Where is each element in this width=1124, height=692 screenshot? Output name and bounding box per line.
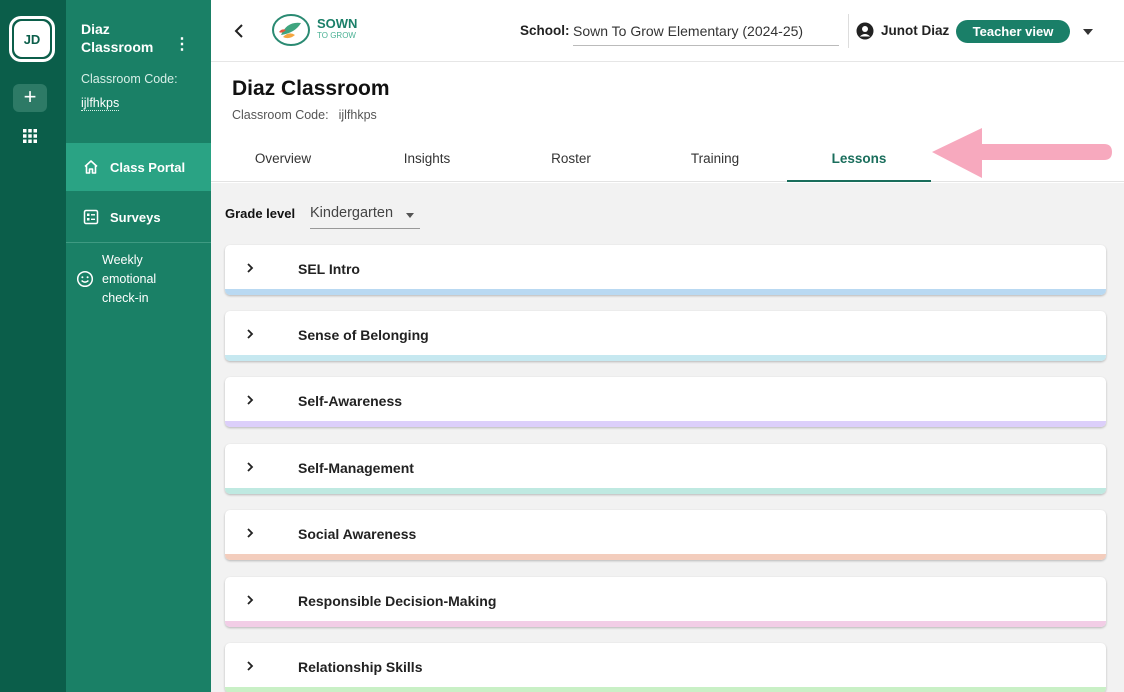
user-menu-caret-icon[interactable] [1083, 29, 1093, 35]
add-classroom-button[interactable]: + [13, 84, 47, 112]
classroom-avatar[interactable]: JD [9, 16, 55, 62]
chevron-right-icon [247, 395, 254, 405]
sidebar-item-label: Weekly emotional check-in [102, 253, 157, 305]
sidebar-classroom-title: Diaz Classroom [81, 21, 154, 55]
lessons-content: Grade level Kindergarten SEL Intro Sense… [211, 183, 1124, 692]
tab-overview[interactable]: Overview [211, 138, 355, 182]
chevron-right-icon [247, 263, 254, 273]
logo-text-secondary: TO GROW [317, 31, 356, 40]
lesson-color-bar [225, 554, 1106, 560]
page-title: Diaz Classroom [232, 77, 390, 100]
lesson-title: SEL Intro [298, 261, 360, 277]
apps-grid-icon[interactable] [22, 128, 38, 144]
tab-roster[interactable]: Roster [499, 138, 643, 182]
logo-mark-icon [272, 14, 310, 46]
lesson-title: Self-Awareness [298, 393, 403, 409]
top-bar: SOWN TO GROW School: Sown To Grow Elemen… [211, 0, 1124, 62]
more-options-icon[interactable]: ⋮ [174, 36, 190, 54]
school-select[interactable]: Sown To Grow Elementary (2024-25) [573, 16, 839, 46]
logo-text-primary: SOWN [317, 16, 358, 31]
teacher-view-button[interactable]: Teacher view [956, 20, 1070, 43]
grade-level-value: Kindergarten [310, 205, 394, 221]
lesson-color-bar [225, 621, 1106, 627]
user-name[interactable]: Junot Diaz [881, 23, 949, 38]
app-rail: JD + [0, 0, 66, 692]
sidebar-divider [66, 242, 211, 243]
chevron-right-icon [247, 528, 254, 538]
avatar-initials: JD [14, 21, 50, 57]
lesson-accordion-relationship-skills[interactable]: Relationship Skills [225, 643, 1106, 692]
lesson-accordion-self-awareness[interactable]: Self-Awareness [225, 377, 1106, 427]
sidebar-code-value[interactable]: ijlfhkps [81, 96, 120, 111]
sidebar-item-label: Class Portal [110, 159, 186, 175]
sidebar-item-weekly-checkin[interactable]: Weekly emotional check-in [76, 251, 172, 308]
lesson-color-bar [225, 687, 1106, 692]
lesson-title: Social Awareness [298, 526, 417, 542]
lesson-accordion-sel-intro[interactable]: SEL Intro [225, 245, 1106, 295]
dropdown-caret-icon [406, 213, 414, 218]
classroom-code-line: Classroom Code: ijlfhkps [232, 108, 377, 122]
tab-lessons[interactable]: Lessons [787, 138, 931, 182]
lesson-color-bar [225, 355, 1106, 361]
chevron-right-icon [247, 329, 254, 339]
sidebar-item-class-portal[interactable]: Class Portal [66, 143, 211, 191]
lesson-title: Relationship Skills [298, 659, 423, 675]
lesson-accordion-sense-of-belonging[interactable]: Sense of Belonging [225, 311, 1106, 361]
topbar-divider [848, 14, 849, 48]
survey-icon [83, 209, 99, 225]
lesson-title: Self-Management [298, 460, 414, 476]
tab-insights[interactable]: Insights [355, 138, 499, 182]
lesson-accordion-responsible-decision-making[interactable]: Responsible Decision-Making [225, 577, 1106, 627]
lesson-color-bar [225, 421, 1106, 427]
lesson-accordion-social-awareness[interactable]: Social Awareness [225, 510, 1106, 560]
lesson-accordion-self-management[interactable]: Self-Management [225, 444, 1106, 494]
back-chevron-icon[interactable] [233, 21, 245, 41]
home-icon [84, 160, 98, 174]
school-label: School: [520, 23, 570, 38]
sidebar: Diaz Classroom ⋮ Classroom Code: ijlfhkp… [66, 0, 211, 692]
tab-training[interactable]: Training [643, 138, 787, 182]
lesson-color-bar [225, 289, 1106, 295]
sidebar-item-surveys[interactable]: Surveys [66, 193, 211, 241]
sidebar-item-label: Surveys [110, 209, 161, 225]
user-account-icon[interactable] [856, 22, 874, 40]
classroom-code-label: Classroom Code: [232, 108, 329, 122]
chevron-right-icon [247, 595, 254, 605]
chevron-right-icon [247, 661, 254, 671]
chevron-right-icon [247, 462, 254, 472]
lesson-color-bar [225, 488, 1106, 494]
sidebar-code-label: Classroom Code: [81, 72, 178, 86]
sown-to-grow-logo[interactable]: SOWN TO GROW [271, 13, 357, 47]
smiley-icon [76, 270, 94, 288]
grade-level-select[interactable]: Kindergarten [310, 199, 420, 229]
lesson-title: Sense of Belonging [298, 327, 429, 343]
classroom-code-value: ijlfhkps [338, 108, 377, 122]
annotation-arrow-icon [932, 128, 1112, 178]
lesson-title: Responsible Decision-Making [298, 593, 497, 609]
grade-level-label: Grade level [225, 206, 296, 221]
